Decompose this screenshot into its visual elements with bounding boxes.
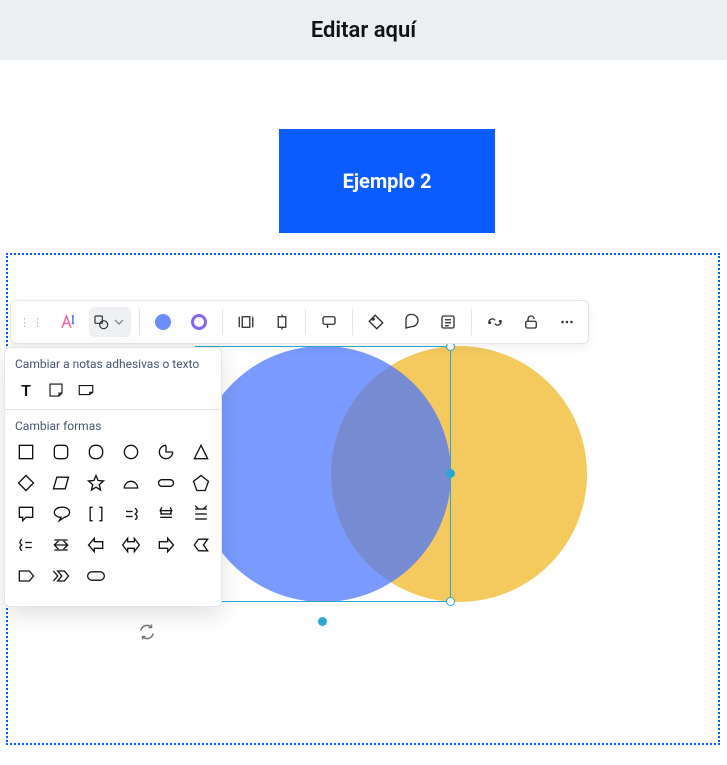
data-button[interactable] xyxy=(433,307,463,337)
shape-pentagon[interactable] xyxy=(190,472,212,494)
link-button[interactable] xyxy=(480,307,510,337)
stroke-color-button[interactable] xyxy=(184,307,214,337)
shape-brace-right[interactable] xyxy=(15,534,37,556)
shape-speech-bubble[interactable] xyxy=(50,503,72,525)
text-tool[interactable]: T xyxy=(15,379,37,401)
shape-type-dropdown[interactable] xyxy=(89,307,131,337)
separator xyxy=(222,309,223,335)
sticky-note-small[interactable] xyxy=(45,379,67,401)
shape-arrow-right[interactable] xyxy=(155,534,177,556)
shape-brackets[interactable] xyxy=(85,503,107,525)
shape-tag-right[interactable] xyxy=(15,565,37,587)
shape-picker-popover: Cambiar a notas adhesivas o texto T Camb… xyxy=(4,347,222,607)
shape-triangle[interactable] xyxy=(190,441,212,463)
shape-star[interactable] xyxy=(85,472,107,494)
comment-button[interactable] xyxy=(397,307,427,337)
chevron-down-icon xyxy=(111,314,127,330)
shape-grid xyxy=(5,437,221,606)
shape-target[interactable] xyxy=(155,441,177,463)
shape-arrow-leftright[interactable] xyxy=(120,534,142,556)
separator xyxy=(471,309,472,335)
edge-handle-bottom[interactable] xyxy=(318,617,327,626)
tag-button[interactable] xyxy=(361,307,391,337)
edge-handle-right[interactable] xyxy=(446,469,455,478)
example-shape-rect[interactable]: Ejemplo 2 xyxy=(279,129,495,233)
popover-section2-label: Cambiar formas xyxy=(5,410,221,437)
shape-stadium[interactable] xyxy=(155,472,177,494)
ai-button[interactable] xyxy=(53,307,83,337)
shape-diamond[interactable] xyxy=(15,472,37,494)
example-shape-label: Ejemplo 2 xyxy=(343,169,432,193)
shape-double-arrow-both[interactable] xyxy=(50,534,72,556)
shape-overline-eq[interactable] xyxy=(190,503,212,525)
shape-rounded-square[interactable] xyxy=(50,441,72,463)
shape-chevron-left[interactable] xyxy=(190,534,212,556)
shape-arrow-left[interactable] xyxy=(85,534,107,556)
fill-color-button[interactable] xyxy=(148,307,178,337)
height-fit-button[interactable] xyxy=(267,307,297,337)
sticky-note-wide[interactable] xyxy=(75,379,97,401)
caption-button[interactable] xyxy=(314,307,344,337)
drag-handle-icon[interactable]: ⋮⋮ xyxy=(17,318,47,327)
header: Editar aquí xyxy=(0,0,727,60)
shape-struck[interactable] xyxy=(155,503,177,525)
resize-handle-bottom-right[interactable] xyxy=(446,597,455,606)
fill-color-icon xyxy=(155,314,171,330)
page-title: Editar aquí xyxy=(311,18,416,43)
separator xyxy=(305,309,306,335)
shape-squircle[interactable] xyxy=(85,441,107,463)
canvas[interactable]: Ejemplo 2 ⋮⋮ xyxy=(0,60,727,765)
shape-selection-box xyxy=(195,346,451,602)
shape-brace-equal[interactable] xyxy=(120,503,142,525)
stroke-color-icon xyxy=(191,314,207,330)
more-button[interactable] xyxy=(552,307,582,337)
shape-stadium-pill[interactable] xyxy=(85,565,107,587)
shape-circle[interactable] xyxy=(120,441,142,463)
width-fit-button[interactable] xyxy=(231,307,261,337)
shape-semi-arc[interactable] xyxy=(120,472,142,494)
popover-section1-label: Cambiar a notas adhesivas o texto xyxy=(5,348,221,375)
rotate-handle[interactable] xyxy=(138,623,156,641)
shape-square[interactable] xyxy=(15,441,37,463)
context-toolbar: ⋮⋮ xyxy=(10,300,589,344)
shape-speech-rect[interactable] xyxy=(15,503,37,525)
separator xyxy=(352,309,353,335)
separator xyxy=(139,309,140,335)
shape-parallelogram[interactable] xyxy=(50,472,72,494)
lock-button[interactable] xyxy=(516,307,546,337)
shape-double-chevron[interactable] xyxy=(50,565,72,587)
